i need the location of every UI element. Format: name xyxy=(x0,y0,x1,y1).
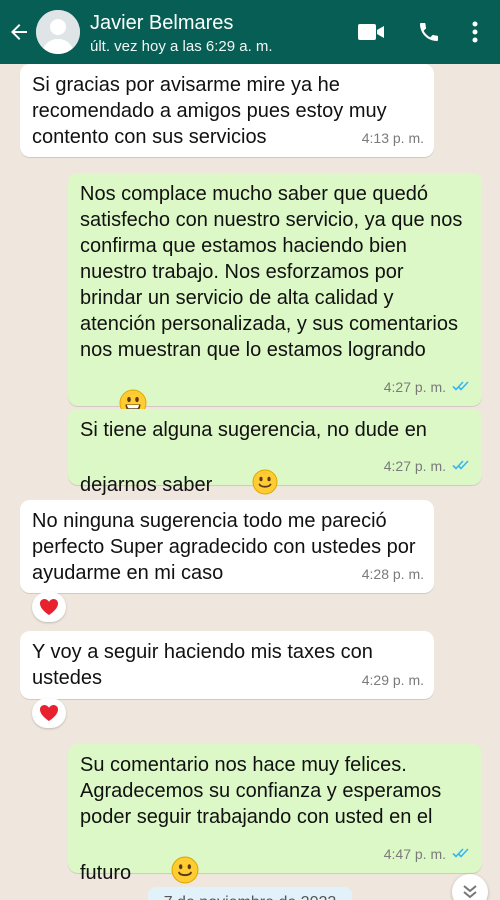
message-text: Su comentario nos hace muy felices. Agra… xyxy=(80,752,470,900)
message-time: 4:27 p. m. xyxy=(383,379,446,395)
video-camera-icon xyxy=(358,24,384,40)
default-avatar-icon xyxy=(36,10,80,54)
message-time: 4:28 p. m. xyxy=(361,566,424,582)
header-actions xyxy=(342,0,492,64)
message-incoming[interactable]: Si gracias por avisarme mire ya he recom… xyxy=(20,64,434,157)
contact-info[interactable]: Javier Belmares últ. vez hoy a las 6:29 … xyxy=(90,11,342,54)
double-check-icon xyxy=(452,841,472,867)
last-seen-status: últ. vez hoy a las 6:29 a. m. xyxy=(90,37,273,55)
double-chevron-down-icon xyxy=(463,885,477,899)
phone-icon xyxy=(420,23,438,41)
message-meta: 4:27 p. m. xyxy=(384,453,472,479)
reaction-badge[interactable] xyxy=(32,698,66,728)
avatar[interactable] xyxy=(36,10,80,54)
message-meta: 4:28 p. m. xyxy=(362,561,424,587)
menu-button[interactable] xyxy=(458,0,492,64)
double-check-icon xyxy=(452,374,472,400)
video-call-button[interactable] xyxy=(342,0,400,64)
date-separator: 7 de noviembre de 2023 xyxy=(148,887,352,900)
message-meta: 4:13 p. m. xyxy=(362,125,424,151)
message-outgoing[interactable]: Si tiene alguna sugerencia, no dude en d… xyxy=(68,409,482,496)
more-vert-icon xyxy=(472,21,478,43)
message-list[interactable]: Si gracias por avisarme mire ya he recom… xyxy=(0,64,500,900)
message-incoming[interactable]: Y voy a seguir haciendo mis taxes con us… xyxy=(20,631,434,699)
scroll-to-bottom-button[interactable] xyxy=(452,874,488,900)
contact-name: Javier Belmares xyxy=(90,11,234,34)
voice-call-button[interactable] xyxy=(400,0,458,64)
message-outgoing[interactable]: Su comentario nos hace muy felices. Agra… xyxy=(68,744,482,884)
message-time: 4:13 p. m. xyxy=(361,130,424,146)
message-meta: 4:29 p. m. xyxy=(362,667,424,693)
message-meta: 4:27 p. m. xyxy=(384,374,472,400)
reaction-badge[interactable] xyxy=(32,592,66,622)
chat-header: Javier Belmares últ. vez hoy a las 6:29 … xyxy=(0,0,500,64)
message-time: 4:27 p. m. xyxy=(383,458,446,474)
message-time: 4:47 p. m. xyxy=(383,846,446,862)
arrow-left-icon xyxy=(11,24,27,40)
message-incoming[interactable]: No ninguna sugerencia todo me pareció pe… xyxy=(20,500,434,593)
message-meta: 4:47 p. m. xyxy=(384,841,472,867)
message-outgoing[interactable]: Nos complace mucho saber que quedó satis… xyxy=(68,173,482,417)
message-time: 4:29 p. m. xyxy=(361,672,424,688)
red-heart-icon xyxy=(40,599,58,615)
message-text-body: Nos complace mucho saber que quedó satis… xyxy=(80,183,468,361)
back-button[interactable] xyxy=(4,0,34,64)
double-check-icon xyxy=(452,453,472,479)
red-heart-icon xyxy=(40,705,58,721)
